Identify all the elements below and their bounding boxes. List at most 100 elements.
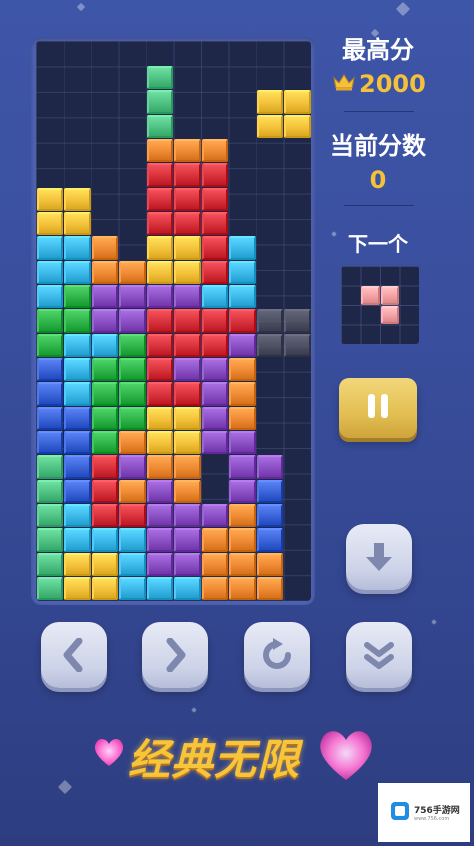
block-cell xyxy=(36,236,63,260)
block-cell xyxy=(119,260,146,284)
block-cell xyxy=(201,187,228,211)
current-score-label: 当前分数 xyxy=(330,132,426,160)
block-cell xyxy=(229,236,256,260)
block-cell xyxy=(201,358,228,382)
block-cell xyxy=(201,163,228,187)
block-cell xyxy=(64,309,91,333)
block-cell xyxy=(146,260,173,284)
block-cell xyxy=(174,236,201,260)
falling-piece-cell xyxy=(146,65,173,90)
ghost-piece-cell xyxy=(256,333,283,358)
sparkle-decoration xyxy=(57,779,73,795)
block-cell xyxy=(201,236,228,260)
block-cell xyxy=(36,358,63,382)
block-cell xyxy=(91,260,118,284)
block-cell xyxy=(146,406,173,431)
block-cell xyxy=(64,552,91,577)
block-cell xyxy=(91,333,118,358)
divider xyxy=(344,205,414,206)
block-cell xyxy=(64,577,91,601)
next-piece-preview xyxy=(341,266,419,344)
block-cell xyxy=(119,358,146,382)
block-cell xyxy=(64,479,91,504)
block-cell xyxy=(91,431,118,455)
next-piece-cell xyxy=(380,305,399,324)
block-cell xyxy=(91,552,118,577)
block-cell xyxy=(146,504,173,528)
block-cell xyxy=(64,431,91,455)
block-cell xyxy=(146,236,173,260)
game-board[interactable] xyxy=(36,41,311,601)
block-cell xyxy=(36,309,63,333)
watermark-subtext: www.756.com xyxy=(414,816,450,822)
sparkle-decoration xyxy=(76,2,86,12)
block-cell xyxy=(36,260,63,284)
block-cell xyxy=(174,260,201,284)
move-left-button[interactable] xyxy=(41,622,107,688)
sparkle-decoration xyxy=(431,619,437,625)
hard-drop-button[interactable] xyxy=(346,622,412,688)
block-cell xyxy=(146,528,173,552)
chevron-right-icon xyxy=(160,638,190,672)
block-cell xyxy=(36,333,63,358)
sparkle-decoration xyxy=(191,707,197,713)
block-cell xyxy=(229,577,256,601)
block-cell xyxy=(256,504,283,528)
divider xyxy=(344,111,414,112)
soft-drop-button[interactable] xyxy=(346,524,412,590)
block-cell xyxy=(146,577,173,601)
block-cell xyxy=(36,577,63,601)
pause-button[interactable] xyxy=(339,378,417,438)
block-cell xyxy=(174,358,201,382)
block-cell xyxy=(229,552,256,577)
block-cell xyxy=(91,479,118,504)
block-cell xyxy=(119,284,146,309)
block-cell xyxy=(119,455,146,479)
block-cell xyxy=(146,309,173,333)
block-cell xyxy=(201,431,228,455)
block-cell xyxy=(64,260,91,284)
block-cell xyxy=(36,431,63,455)
block-cell xyxy=(91,577,118,601)
high-score-value: 2000 xyxy=(359,70,426,98)
heart-right-icon xyxy=(312,722,380,790)
block-cell xyxy=(174,211,201,236)
block-cell xyxy=(119,309,146,333)
block-cell xyxy=(201,504,228,528)
crown-icon xyxy=(333,73,355,95)
banner-title: 经典无限 xyxy=(128,735,301,784)
block-cell xyxy=(174,406,201,431)
block-cell xyxy=(201,333,228,358)
block-cell xyxy=(256,455,283,479)
block-cell xyxy=(91,406,118,431)
block-cell xyxy=(119,406,146,431)
block-cell xyxy=(201,309,228,333)
block-cell xyxy=(229,455,256,479)
block-cell xyxy=(36,479,63,504)
block-cell xyxy=(64,358,91,382)
move-right-button[interactable] xyxy=(142,622,208,688)
active-piece-cell xyxy=(256,114,283,138)
block-cell xyxy=(64,211,91,236)
block-cell xyxy=(201,284,228,309)
high-score-label: 最高分 xyxy=(342,36,414,64)
block-cell xyxy=(36,211,63,236)
block-cell xyxy=(36,187,63,211)
rotate-button[interactable] xyxy=(244,622,310,688)
ghost-piece-cell xyxy=(284,309,311,333)
block-cell xyxy=(174,382,201,406)
block-cell xyxy=(91,236,118,260)
double-chevron-down-icon xyxy=(361,637,397,673)
block-cell xyxy=(146,333,173,358)
block-cell xyxy=(229,382,256,406)
block-cell xyxy=(201,577,228,601)
block-cell xyxy=(229,528,256,552)
block-cell xyxy=(64,187,91,211)
next-piece-label: 下一个 xyxy=(348,232,408,256)
block-cell xyxy=(174,284,201,309)
block-cell xyxy=(229,504,256,528)
block-cell xyxy=(64,236,91,260)
block-cell xyxy=(174,455,201,479)
block-cell xyxy=(36,406,63,431)
block-cell xyxy=(201,138,228,163)
